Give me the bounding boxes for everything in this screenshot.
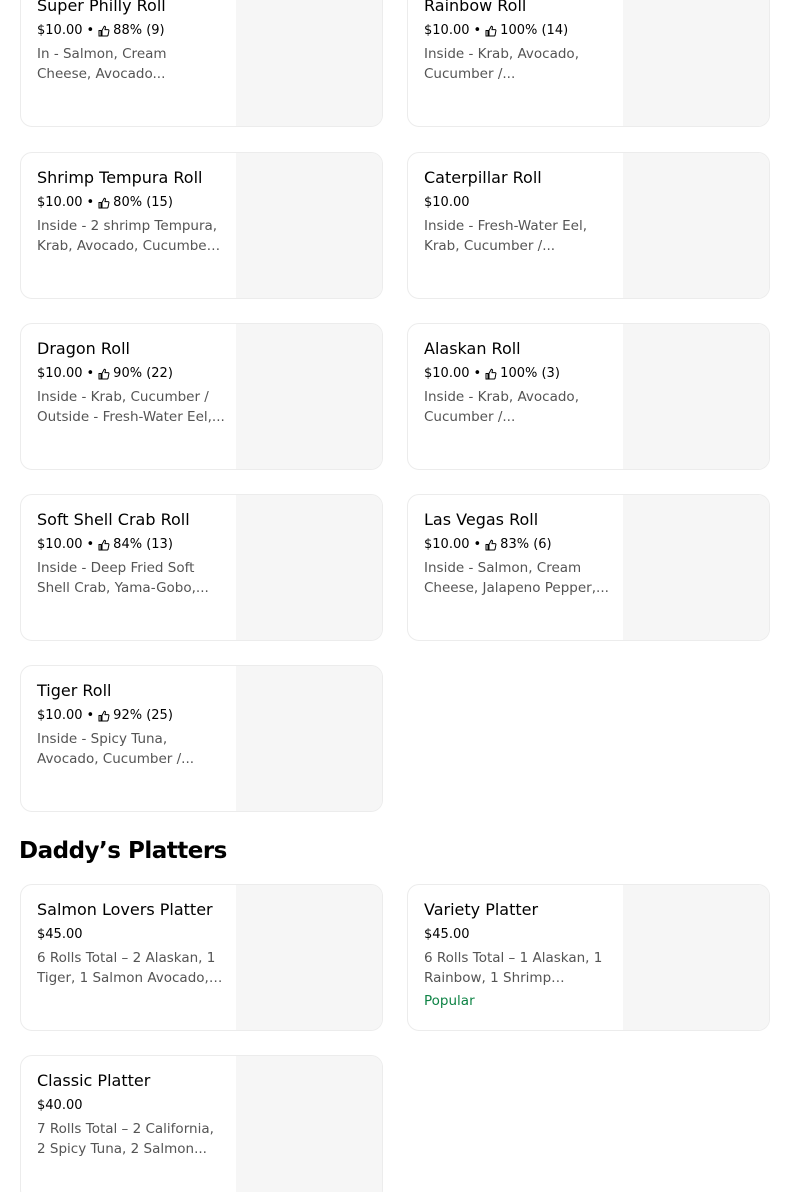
menu-item-description: Inside - Krab, Avocado, Cucumber /...: [424, 46, 579, 82]
menu-item-name: Tiger Roll: [37, 681, 112, 700]
menu-item-price: $10.00: [37, 195, 83, 210]
menu-item-card[interactable]: Variety Platter $45.00 6 Rolls Total – 1…: [407, 884, 770, 1031]
menu-item-price: $10.00: [37, 708, 83, 723]
menu-item-price: $10.00: [37, 537, 83, 552]
menu-item-image: [236, 0, 382, 126]
menu-item-name: Caterpillar Roll: [424, 168, 542, 187]
menu-item-card[interactable]: Salmon Lovers Platter $45.00 6 Rolls Tot…: [20, 884, 383, 1031]
thumbs-up-icon: [98, 197, 110, 209]
thumbs-up-icon: [98, 368, 110, 380]
menu-item-image: [623, 495, 769, 640]
menu-item-image: [236, 324, 382, 469]
menu-item-name: Las Vegas Roll: [424, 510, 539, 529]
menu-item-card[interactable]: Classic Platter $40.00 7 Rolls Total – 2…: [20, 1055, 383, 1192]
menu-item-meta: $10.00 • 92% (25): [37, 706, 173, 726]
menu-item-card[interactable]: Tiger Roll $10.00 • 92% (25) Inside - Sp…: [20, 665, 383, 812]
separator-dot: •: [473, 23, 482, 38]
menu-item-rating: 80% (15): [113, 195, 173, 210]
thumbs-up-icon: [485, 368, 497, 380]
menu-item-description: Inside - Spicy Tuna, Avocado, Cucumber /…: [37, 731, 195, 767]
separator-dot: •: [86, 537, 95, 552]
menu-item-description: Inside - Deep Fried Soft Shell Crab, Yam…: [37, 560, 209, 596]
thumbs-up-icon: [98, 25, 110, 37]
thumbs-up-icon: [98, 539, 110, 551]
menu-item-name: Alaskan Roll: [424, 339, 521, 358]
menu-item-price: $10.00: [424, 537, 470, 552]
menu-item-rating: 92% (25): [113, 708, 173, 723]
menu-item-card[interactable]: Super Philly Roll $10.00 • 88% (9) In - …: [20, 0, 383, 127]
menu-item-name: Salmon Lovers Platter: [37, 900, 213, 919]
menu-item-rating: 100% (14): [500, 23, 569, 38]
menu-item-image: [236, 885, 382, 1030]
menu-item-description: Inside - Krab, Avocado, Cucumber /...: [424, 389, 579, 425]
menu-item-name: Shrimp Tempura Roll: [37, 168, 203, 187]
separator-dot: •: [86, 708, 95, 723]
menu-item-description: 7 Rolls Total – 2 California, 2 Spicy Tu…: [37, 1121, 214, 1157]
menu-item-image: [623, 324, 769, 469]
menu-item-rating: 84% (13): [113, 537, 173, 552]
menu-item-price: $10.00: [37, 23, 83, 38]
thumbs-up-icon: [485, 539, 497, 551]
menu-item-rating: 83% (6): [500, 537, 552, 552]
menu-item-card[interactable]: Alaskan Roll $10.00 • 100% (3) Inside - …: [407, 323, 770, 470]
menu-item-name: Rainbow Roll: [424, 0, 527, 15]
separator-dot: •: [86, 23, 95, 38]
menu-item-card[interactable]: Soft Shell Crab Roll $10.00 • 84% (13) I…: [20, 494, 383, 641]
menu-item-card[interactable]: Rainbow Roll $10.00 • 100% (14) Inside -…: [407, 0, 770, 127]
menu-item-meta: $10.00 • 80% (15): [37, 193, 173, 213]
thumbs-up-icon: [98, 710, 110, 722]
menu-item-card[interactable]: Shrimp Tempura Roll $10.00 • 80% (15) In…: [20, 152, 383, 299]
menu-item-description: 6 Rolls Total – 2 Alaskan, 1 Tiger, 1 Sa…: [37, 950, 216, 986]
popular-badge: Popular: [424, 993, 475, 1009]
menu-item-image: [236, 1056, 382, 1192]
menu-item-price: $45.00: [37, 927, 83, 942]
menu-item-description: Inside - Krab, Cucumber / Outside - Fres…: [37, 389, 225, 425]
separator-dot: •: [86, 195, 95, 210]
menu-item-price: $40.00: [37, 1098, 83, 1113]
menu-item-price: $10.00: [424, 23, 470, 38]
menu-item-meta: $45.00: [37, 925, 83, 945]
menu-item-image: [236, 495, 382, 640]
menu-item-meta: $40.00: [37, 1096, 83, 1116]
menu-item-image: [623, 885, 769, 1030]
section-title: Daddy’s Platters: [19, 838, 227, 864]
menu-item-meta: $10.00 • 100% (3): [424, 364, 560, 384]
menu-item-meta: $45.00: [424, 925, 470, 945]
menu-item-price: $45.00: [424, 927, 470, 942]
menu-item-image: [236, 666, 382, 811]
separator-dot: •: [473, 366, 482, 381]
menu-item-price: $10.00: [37, 366, 83, 381]
menu-item-card[interactable]: Dragon Roll $10.00 • 90% (22) Inside - K…: [20, 323, 383, 470]
menu-item-description: Inside - Fresh-Water Eel, Krab, Cucumber…: [424, 218, 587, 254]
menu-item-name: Dragon Roll: [37, 339, 130, 358]
menu-item-image: [623, 153, 769, 298]
menu-item-image: [623, 0, 769, 126]
menu-item-description: In - Salmon, Cream Cheese, Avocado...: [37, 46, 167, 82]
menu-item-price: $10.00: [424, 195, 470, 210]
menu-item-meta: $10.00 • 88% (9): [37, 21, 165, 41]
menu-item-card[interactable]: Caterpillar Roll $10.00 Inside - Fresh-W…: [407, 152, 770, 299]
menu-item-card[interactable]: Las Vegas Roll $10.00 • 83% (6) Inside -…: [407, 494, 770, 641]
separator-dot: •: [473, 537, 482, 552]
menu-item-description: Inside - 2 shrimp Tempura, Krab, Avocado…: [37, 218, 218, 254]
menu-item-image: [236, 153, 382, 298]
menu-item-description: 6 Rolls Total – 1 Alaskan, 1 Rainbow, 1 …: [424, 950, 603, 986]
menu-item-name: Variety Platter: [424, 900, 539, 919]
menu-item-price: $10.00: [424, 366, 470, 381]
menu-item-rating: 90% (22): [113, 366, 173, 381]
menu-item-name: Classic Platter: [37, 1071, 151, 1090]
menu-item-description: Inside - Salmon, Cream Cheese, Jalapeno …: [424, 560, 609, 596]
menu-item-name: Super Philly Roll: [37, 0, 166, 15]
menu-item-meta: $10.00: [424, 193, 470, 213]
menu-item-name: Soft Shell Crab Roll: [37, 510, 190, 529]
thumbs-up-icon: [485, 25, 497, 37]
menu-item-meta: $10.00 • 90% (22): [37, 364, 173, 384]
menu-item-rating: 100% (3): [500, 366, 560, 381]
menu-item-rating: 88% (9): [113, 23, 165, 38]
menu-item-meta: $10.00 • 100% (14): [424, 21, 568, 41]
menu-item-meta: $10.00 • 83% (6): [424, 535, 552, 555]
separator-dot: •: [86, 366, 95, 381]
menu-item-meta: $10.00 • 84% (13): [37, 535, 173, 555]
